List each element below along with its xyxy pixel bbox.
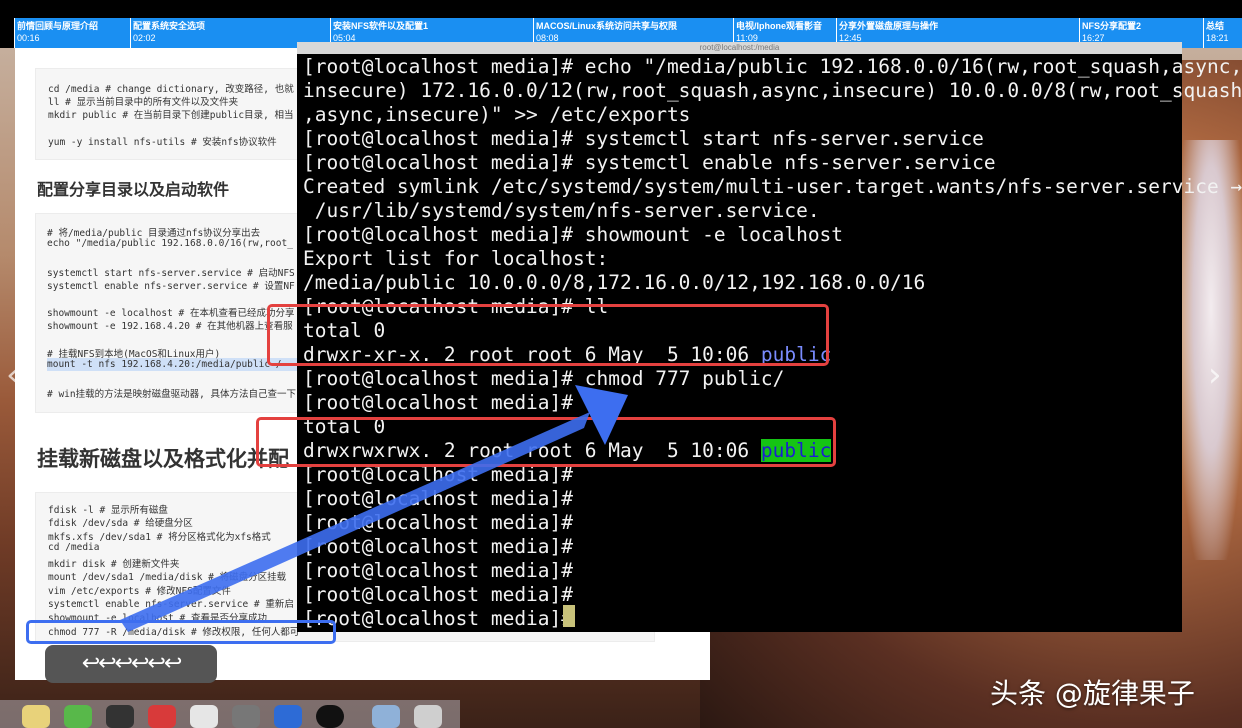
dock-app-icon[interactable] <box>148 705 176 728</box>
arrow-head <box>575 385 628 445</box>
dock-app-icon[interactable] <box>316 705 344 728</box>
dock-app-icon[interactable] <box>64 705 92 728</box>
dock-trash-icon[interactable] <box>414 705 442 728</box>
dock-app-icon[interactable] <box>190 705 218 728</box>
dock-app-icon[interactable] <box>274 705 302 728</box>
annotation-arrow <box>120 385 628 632</box>
dock-app-icon[interactable] <box>232 705 260 728</box>
dock-app-icon[interactable] <box>22 705 50 728</box>
watermark: 头条 @旋律果子 <box>990 677 1195 710</box>
undo-arrows-toolbar[interactable]: ↩↩↩↩↩↩ <box>45 645 217 683</box>
dock-folder-icon[interactable] <box>372 705 400 728</box>
dock-app-icon[interactable] <box>106 705 134 728</box>
arrow-shaft <box>120 412 590 632</box>
next-slide-icon[interactable]: › <box>1208 355 1222 395</box>
prev-slide-icon[interactable]: ‹ <box>6 355 20 395</box>
